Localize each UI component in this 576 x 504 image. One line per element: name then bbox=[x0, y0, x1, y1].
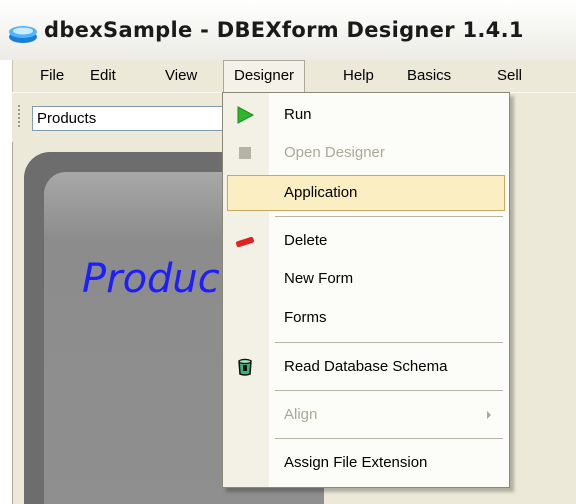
menu-file[interactable]: File bbox=[40, 60, 64, 92]
window-title: dbexSample - DBEXform Designer 1.4.1 bbox=[44, 18, 524, 42]
menu-item-application[interactable]: Application bbox=[227, 175, 505, 211]
menu-item-delete[interactable]: Delete bbox=[227, 223, 505, 259]
play-icon bbox=[237, 106, 255, 124]
menu-item-label: New Form bbox=[284, 270, 354, 287]
menu-item-run[interactable]: Run bbox=[227, 97, 505, 133]
right-panel-edge bbox=[556, 230, 576, 504]
menu-item-label: Read Database Schema bbox=[284, 358, 448, 375]
menu-designer[interactable]: Designer bbox=[223, 60, 306, 93]
menu-item-label: Application bbox=[284, 184, 358, 201]
app-window: dbexSample - DBEXform Designer 1.4.1 Fil… bbox=[0, 0, 576, 504]
menu-item-assign-file-extension[interactable]: Assign File Extension bbox=[227, 445, 505, 481]
app-database-icon bbox=[9, 26, 37, 43]
menu-item-label: Forms bbox=[284, 309, 327, 326]
menu-item-new-form[interactable]: New Form bbox=[227, 261, 505, 297]
menu-item-forms[interactable]: Forms bbox=[227, 300, 505, 336]
menu-separator bbox=[275, 216, 503, 217]
toolbar-grip[interactable] bbox=[18, 105, 20, 129]
menu-separator bbox=[275, 438, 503, 439]
menu-item-open-designer: Open Designer bbox=[227, 135, 505, 171]
menu-item-label: Delete bbox=[284, 232, 328, 249]
submenu-arrow-icon bbox=[487, 411, 491, 419]
menu-item-label: Run bbox=[284, 106, 312, 123]
menu-separator bbox=[275, 390, 503, 391]
menu-item-label: Align bbox=[284, 406, 318, 423]
title-bar[interactable]: dbexSample - DBEXform Designer 1.4.1 bbox=[0, 0, 576, 60]
form-preview-title: Produc bbox=[82, 256, 220, 302]
menu-item-label: Assign File Extension bbox=[284, 454, 428, 471]
menu-help[interactable]: Help bbox=[343, 60, 374, 92]
menu-item-align: Align bbox=[227, 397, 505, 433]
menu-item-label: Open Designer bbox=[284, 144, 385, 161]
database-icon bbox=[238, 358, 252, 376]
delete-icon bbox=[236, 236, 254, 248]
designer-menu-dropdown: Run Open Designer Application Delete New… bbox=[222, 92, 510, 488]
menu-bar: File Edit View Designer Help Basics Sell bbox=[12, 60, 576, 93]
menu-edit[interactable]: Edit bbox=[90, 60, 116, 92]
menu-item-read-database-schema[interactable]: Read Database Schema bbox=[227, 349, 505, 385]
menu-basics[interactable]: Basics bbox=[407, 60, 451, 92]
menu-sell[interactable]: Sell bbox=[497, 60, 522, 92]
menu-view[interactable]: View bbox=[165, 60, 197, 92]
menu-separator bbox=[275, 342, 503, 343]
stop-icon bbox=[239, 147, 251, 159]
